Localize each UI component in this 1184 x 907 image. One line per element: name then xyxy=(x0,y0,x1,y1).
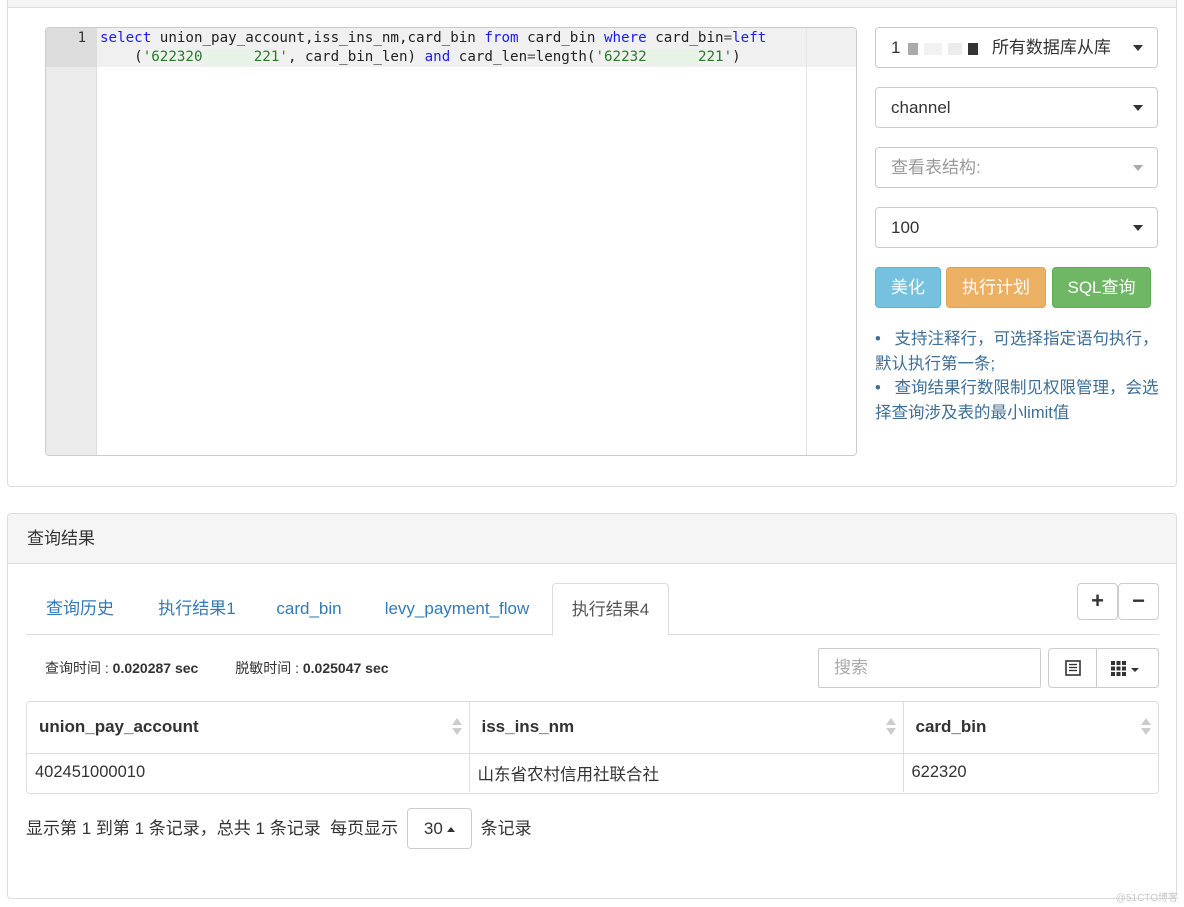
editor-gutter: 1 xyxy=(46,28,97,455)
pagination-info: 显示第 1 到第 1 条记录，总共 1 条记录 每页显示 30 条记录 xyxy=(26,808,532,850)
watermark: @51CTO博客 xyxy=(1115,893,1178,904)
table-structure-select[interactable]: 查看表结构: xyxy=(875,147,1158,188)
column-header[interactable]: union_pay_account xyxy=(27,702,470,754)
beautify-button[interactable]: 美化 xyxy=(875,267,941,308)
columns-dropdown-button[interactable] xyxy=(1097,649,1158,687)
timing-info: 查询时间 : 0.020287 sec 脱敏时间 : 0.025047 sec xyxy=(45,660,389,676)
sql-query-button[interactable]: SQL查询 xyxy=(1052,267,1151,308)
chevron-down-icon xyxy=(1133,225,1143,231)
results-panel: 查询结果 查询历史 执行结果1 card_bin levy_payment_fl… xyxy=(7,513,1177,899)
tab-result-1[interactable]: 执行结果1 xyxy=(139,583,255,635)
table-cell: 402451000010 xyxy=(27,753,470,792)
redacted-value: •••••• xyxy=(202,49,254,65)
column-header[interactable]: card_bin xyxy=(903,702,1158,754)
results-heading: 查询结果 xyxy=(8,514,1176,564)
print-margin xyxy=(806,28,807,455)
search-input[interactable] xyxy=(818,648,1041,688)
explain-button[interactable]: 执行计划 xyxy=(946,267,1046,308)
page-size-select[interactable]: 30 xyxy=(406,808,472,850)
note-item: • 支持注释行，可选择指定语句执行，默认执行第一条; xyxy=(875,330,1159,373)
toggle-view-button[interactable] xyxy=(1049,649,1097,687)
table-cell: 山东省农村信用社联合社 xyxy=(469,753,904,792)
redacted-block xyxy=(908,42,919,55)
database-select[interactable]: 1 所有数据库从库 xyxy=(875,27,1158,68)
tab-query-history[interactable]: 查询历史 xyxy=(29,583,131,635)
caret-down-icon xyxy=(1131,668,1139,672)
line-number: 1 xyxy=(77,30,86,46)
limit-select[interactable]: 100 xyxy=(875,207,1158,248)
table-toolbar xyxy=(1048,648,1159,688)
table-cell: 622320 xyxy=(911,763,967,782)
query-time: 0.020287 sec xyxy=(112,660,199,676)
chevron-down-icon xyxy=(1133,165,1143,171)
usage-notes: • 支持注释行，可选择指定语句执行，默认执行第一条; • 查询结果行数限制见权限… xyxy=(875,327,1165,425)
sort-icon xyxy=(1141,718,1151,738)
chevron-down-icon xyxy=(1133,45,1143,51)
column-header[interactable]: iss_ins_nm xyxy=(469,702,904,754)
redacted-value: •••••• xyxy=(646,49,698,65)
table-row: 402451000010 山东省农村信用社联合社 622320 xyxy=(27,753,1158,792)
tab-result-4[interactable]: 执行结果4 xyxy=(552,583,669,636)
schema-select[interactable]: channel xyxy=(875,87,1158,128)
results-table: union_pay_account iss_ins_nm card_bin 40… xyxy=(26,701,1159,794)
list-view-icon xyxy=(1065,660,1081,676)
sort-icon xyxy=(451,718,462,738)
grid-icon xyxy=(1111,661,1139,676)
sort-icon xyxy=(885,718,896,738)
add-tab-button[interactable]: + xyxy=(1077,583,1118,620)
panel-header xyxy=(8,0,1176,8)
sql-editor[interactable]: 1 select union_pay_account,iss_ins_nm,ca… xyxy=(45,27,857,456)
mask-time: 0.025047 sec xyxy=(302,660,389,676)
note-item: • 查询结果行数限制见权限管理，会选择查询涉及表的最小limit值 xyxy=(875,379,1159,422)
caret-up-icon xyxy=(446,827,455,833)
sql-code[interactable]: select union_pay_account,iss_ins_nm,card… xyxy=(100,29,800,67)
tab-levy-payment-flow[interactable]: levy_payment_flow xyxy=(366,583,548,635)
chevron-down-icon xyxy=(1133,105,1143,111)
tab-card-bin[interactable]: card_bin xyxy=(264,583,354,635)
result-tabs: 查询历史 执行结果1 card_bin levy_payment_flow 执行… xyxy=(26,583,1159,636)
remove-tab-button[interactable]: − xyxy=(1118,583,1159,620)
